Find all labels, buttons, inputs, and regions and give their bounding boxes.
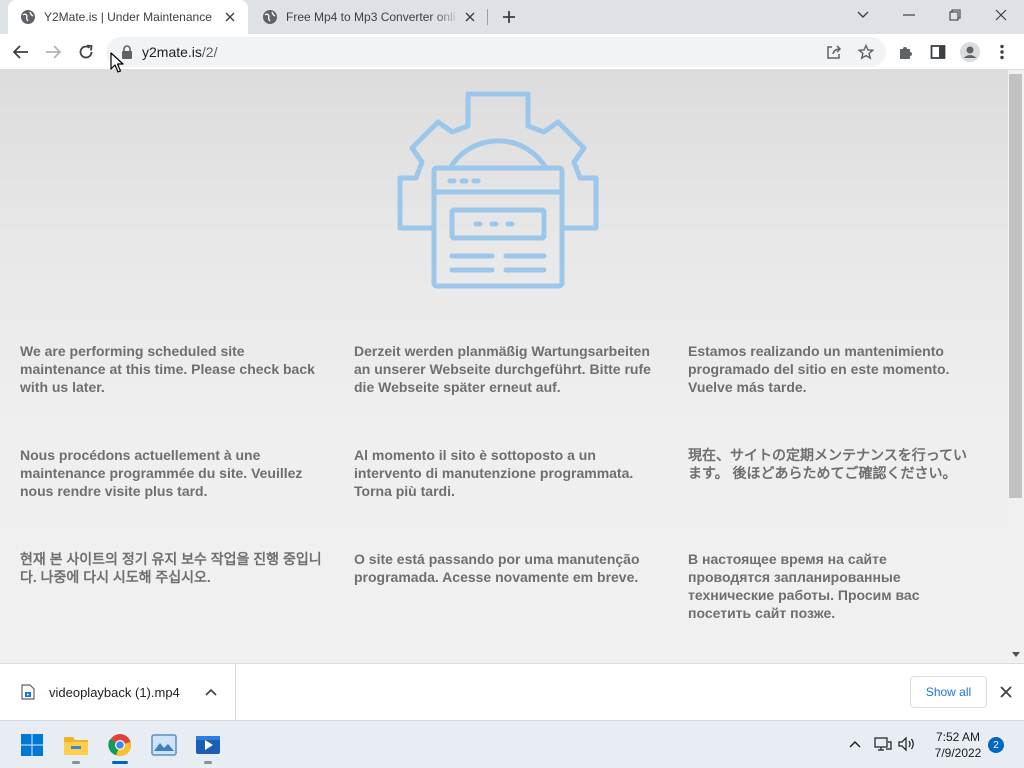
maintenance-message-de: Derzeit werden planmäßig Wartungsarbeite… [354, 343, 651, 395]
globe-icon [21, 10, 35, 24]
kebab-menu-icon [1000, 44, 1004, 60]
download-item[interactable]: videoplayback (1).mp4 [0, 664, 236, 720]
plus-icon [503, 11, 515, 23]
volume-button[interactable] [896, 733, 918, 755]
tab-y2mate[interactable]: Y2Mate.is | Under Maintenance [8, 0, 248, 34]
new-tab-button[interactable] [497, 5, 521, 29]
page-viewport: We are performing scheduled site mainten… [0, 70, 1008, 663]
tab-strip: Y2Mate.is | Under Maintenance Free Mp4 t… [0, 0, 1024, 34]
maintenance-message-fr: Nous procédons actuellement à une mainte… [20, 447, 303, 499]
maintenance-message-es: Estamos realizando un mantenimiento prog… [688, 343, 950, 395]
close-icon [995, 9, 1007, 21]
photos-icon [151, 734, 177, 756]
profile-button[interactable] [956, 38, 984, 66]
tab-search-button[interactable] [840, 0, 886, 30]
media-player-running-indicator [204, 761, 212, 764]
close-shelf-button[interactable] [994, 680, 1018, 704]
chevron-up-icon [849, 741, 861, 748]
extensions-button[interactable] [892, 38, 920, 66]
side-panel-icon [930, 45, 946, 59]
show-hidden-icons-button[interactable] [844, 733, 866, 755]
download-shelf: videoplayback (1).mp4 Show all [0, 663, 1024, 720]
maintenance-message-pt: O site está passando por uma manutenção … [354, 551, 640, 585]
back-button[interactable] [7, 38, 35, 66]
scrollbar-thumb[interactable] [1009, 74, 1022, 498]
video-file-icon [21, 684, 35, 700]
page-scrollbar[interactable] [1008, 70, 1024, 663]
arrow-left-icon [13, 45, 28, 59]
reload-button[interactable] [72, 38, 100, 66]
file-explorer-button[interactable] [60, 729, 92, 761]
maintenance-message-ja: 現在、サイトの定期メンテナンスを行っています。 後ほどあらためてご確認ください。 [688, 447, 968, 481]
url-text: y2mate.is/2/ [142, 44, 218, 60]
scroll-down-arrow-icon[interactable] [1012, 652, 1020, 657]
browser-toolbar: y2mate.is/2/ [0, 34, 1024, 70]
notification-badge[interactable]: 2 [988, 737, 1004, 753]
side-panel-button[interactable] [924, 38, 952, 66]
close-tab-icon[interactable] [460, 7, 480, 27]
explorer-running-indicator [72, 761, 80, 764]
maintenance-message-ko: 현재 본 사이트의 정기 유지 보수 작업을 진행 중입니다. 나중에 다시 시… [20, 551, 322, 585]
minimize-icon [903, 14, 915, 16]
close-window-button[interactable] [978, 0, 1024, 30]
chrome-active-indicator [112, 761, 128, 764]
share-icon [827, 45, 842, 59]
tab-title: Free Mp4 to Mp3 Converter onli [286, 10, 456, 24]
windows-taskbar: 7:52 AM 7/9/2022 2 [0, 720, 1024, 768]
chevron-up-icon[interactable] [201, 682, 221, 702]
maintenance-message-it: Al momento il sito è sottoposto a un int… [354, 447, 634, 499]
restore-icon [949, 9, 961, 21]
speaker-icon [898, 736, 914, 752]
maintenance-message-ru: В настоящее время на сайте проводятся за… [688, 551, 920, 621]
menu-button[interactable] [988, 38, 1016, 66]
star-icon [858, 44, 874, 60]
url-host: y2mate.is [142, 44, 202, 60]
clock-date: 7/9/2022 [934, 746, 982, 760]
reload-icon [79, 44, 93, 59]
gear-webpage-maintenance-icon [397, 91, 599, 289]
minimize-button[interactable] [886, 0, 932, 30]
arrow-right-icon [46, 45, 61, 59]
puzzle-icon [900, 47, 912, 59]
file-explorer-icon [64, 737, 88, 755]
share-button[interactable] [820, 38, 848, 66]
address-bar[interactable]: y2mate.is/2/ [106, 37, 886, 67]
clock-time: 7:52 AM [935, 730, 981, 744]
close-icon [1000, 686, 1012, 698]
url-path: /2/ [201, 44, 218, 60]
system-clock[interactable]: 7:52 AM 7/9/2022 [918, 729, 998, 761]
start-button[interactable] [16, 729, 48, 761]
media-player-icon [196, 736, 220, 754]
restore-button[interactable] [932, 0, 978, 30]
tab-title: Y2Mate.is | Under Maintenance [44, 10, 212, 24]
chevron-down-icon [857, 11, 869, 18]
photos-button[interactable] [148, 729, 180, 761]
show-all-button[interactable]: Show all [910, 676, 987, 708]
forward-button[interactable] [39, 38, 67, 66]
start-icon [21, 734, 43, 756]
tab-separator [487, 9, 488, 25]
chrome-icon [108, 734, 131, 757]
chrome-button[interactable] [104, 729, 136, 761]
globe-icon [263, 10, 277, 24]
maintenance-message-en: We are performing scheduled site mainten… [20, 343, 315, 395]
avatar-icon [960, 42, 980, 62]
media-player-button[interactable] [192, 729, 224, 761]
bookmark-button[interactable] [852, 38, 880, 66]
tab-mp4-converter[interactable]: Free Mp4 to Mp3 Converter onli [250, 0, 488, 34]
network-icon [874, 737, 892, 751]
network-button[interactable] [872, 733, 894, 755]
mouse-cursor-icon [110, 52, 124, 73]
close-tab-icon[interactable] [220, 7, 240, 27]
download-filename: videoplayback (1).mp4 [49, 684, 180, 700]
